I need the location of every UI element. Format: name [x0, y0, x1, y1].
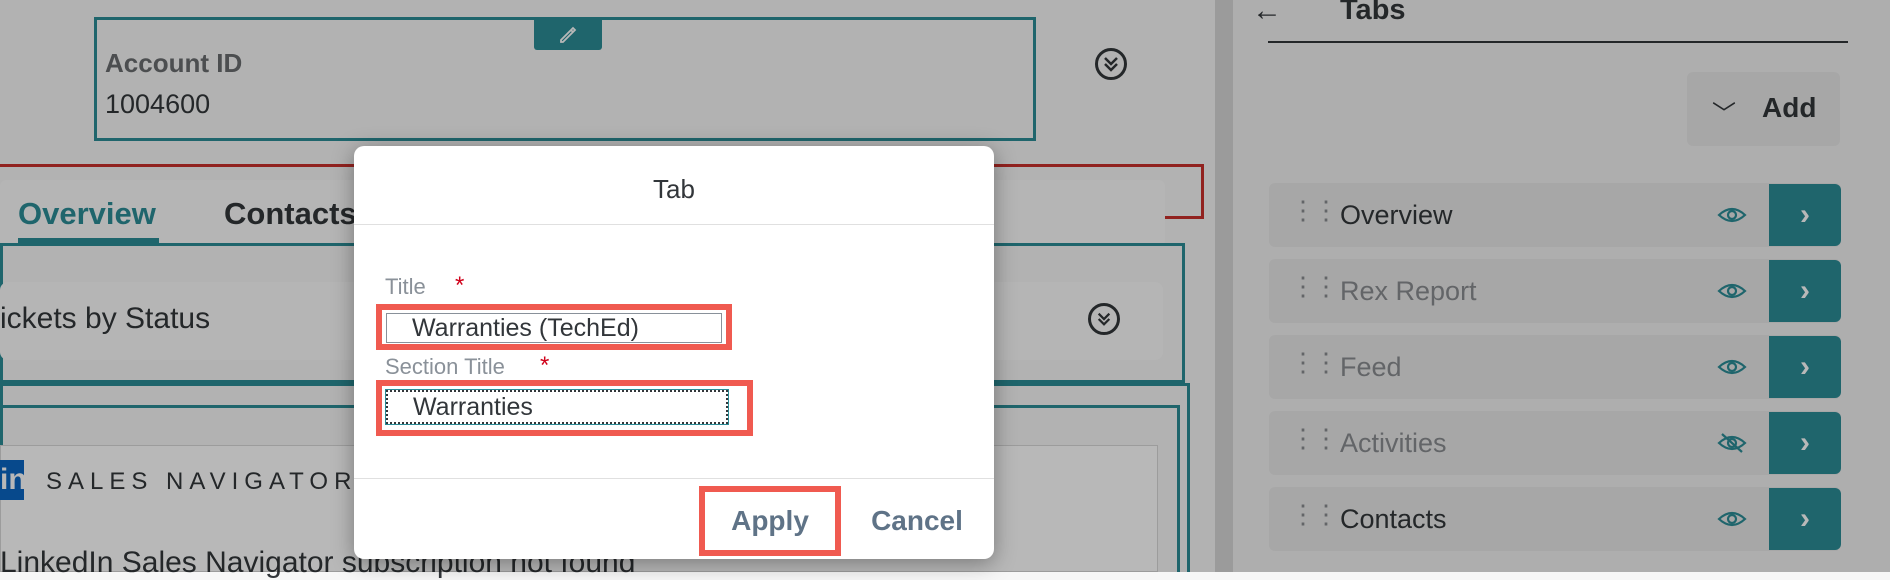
required-indicator: *: [455, 272, 465, 299]
dialog-title: Tab: [653, 174, 695, 204]
section-title-field-label: Section Title: [385, 354, 505, 379]
divider: [354, 478, 994, 479]
section-title-input[interactable]: [385, 389, 729, 425]
divider: [354, 224, 994, 225]
title-field-label: Title: [385, 274, 426, 299]
required-indicator: *: [540, 352, 550, 379]
title-input[interactable]: [386, 313, 722, 343]
cancel-button[interactable]: Cancel: [858, 496, 976, 546]
apply-button[interactable]: Apply: [711, 496, 829, 546]
